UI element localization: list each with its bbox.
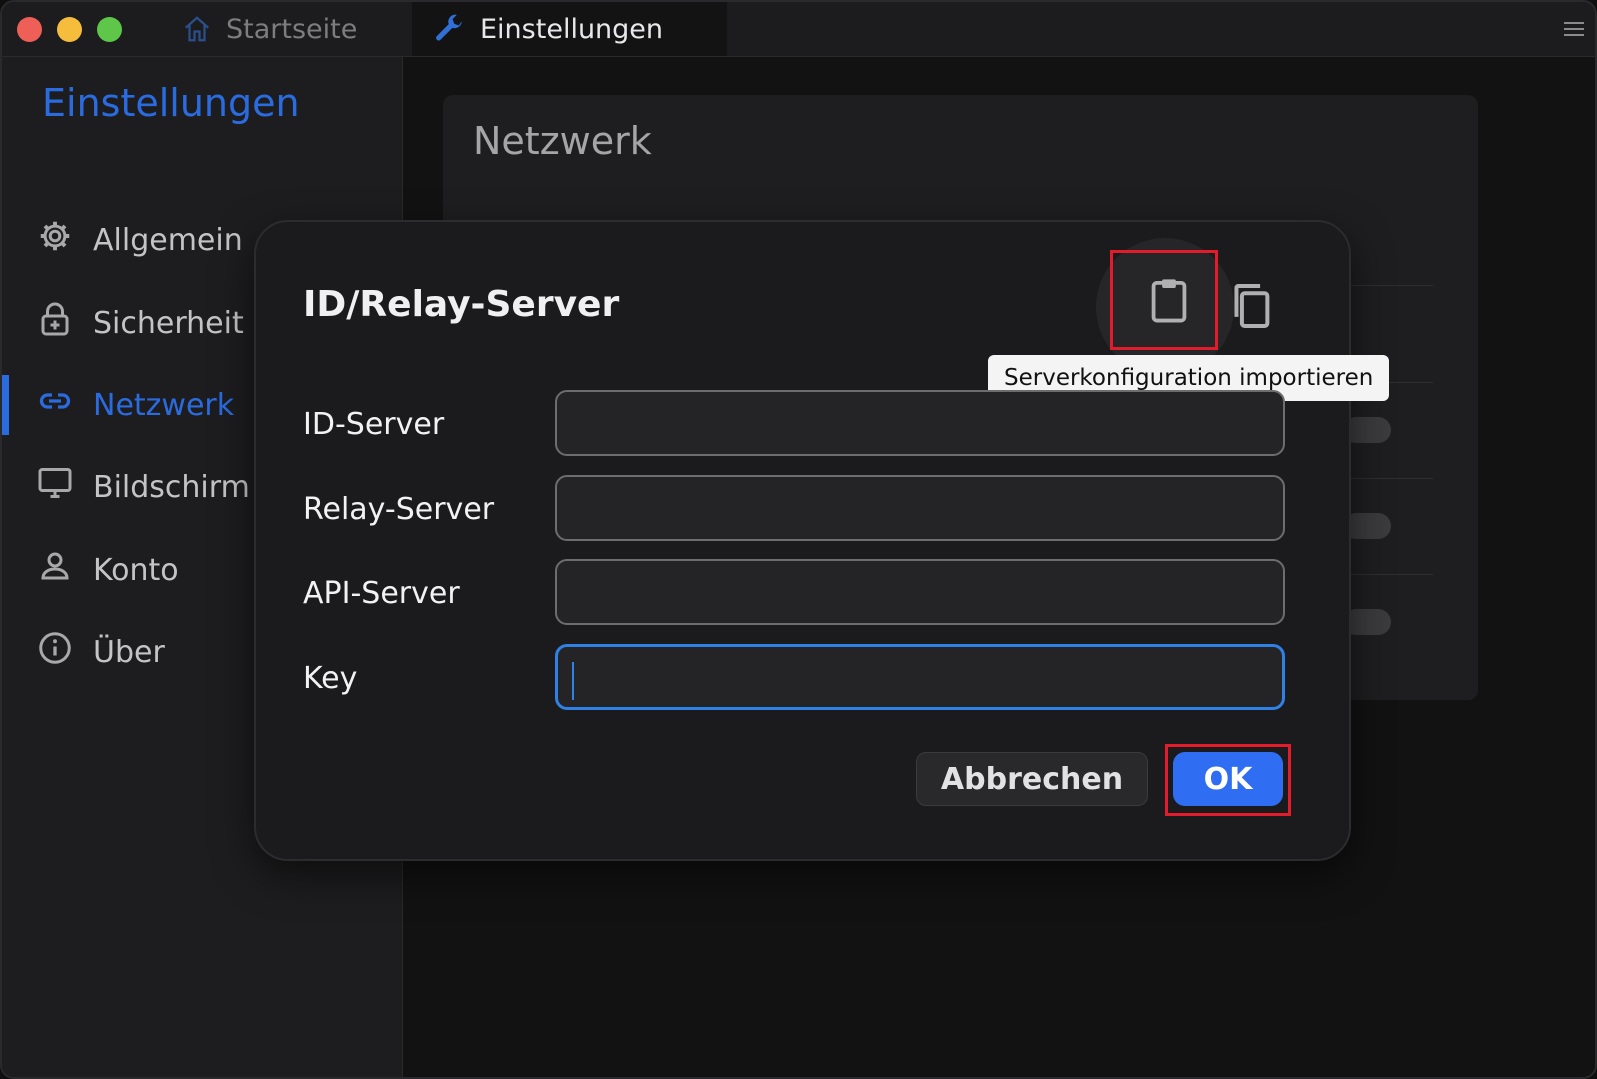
sidebar-title: Einstellungen — [42, 81, 300, 125]
wrench-icon — [432, 12, 466, 46]
sidebar-item-label: Über — [93, 634, 165, 670]
tab-einstellungen[interactable]: Einstellungen — [412, 2, 727, 56]
home-icon — [182, 14, 212, 44]
minimize-window-button[interactable] — [57, 17, 82, 42]
title-bar: Startseite Einstellungen — [2, 2, 1595, 57]
lock-icon — [37, 301, 73, 345]
api-server-input[interactable] — [555, 559, 1285, 625]
info-icon — [37, 630, 73, 674]
sidebar-item-label: Bildschirm — [93, 469, 250, 505]
sidebar-item-label: Konto — [93, 552, 179, 588]
cancel-button[interactable]: Abbrechen — [916, 752, 1148, 806]
tab-label: Einstellungen — [480, 13, 664, 45]
copy-icon — [1231, 284, 1271, 334]
app-window: Startseite Einstellungen Einstellungen A… — [0, 0, 1597, 1079]
card-title: Netzwerk — [473, 119, 652, 163]
person-icon — [37, 548, 73, 592]
key-label: Key — [303, 661, 358, 696]
id-server-input[interactable] — [555, 390, 1285, 456]
dialog-title: ID/Relay-Server — [303, 284, 620, 325]
link-icon — [37, 383, 73, 427]
tab-label: Startseite — [226, 13, 358, 45]
api-server-label: API-Server — [303, 576, 460, 611]
zoom-window-button[interactable] — [97, 17, 122, 42]
gear-icon — [37, 218, 73, 262]
monitor-icon — [37, 465, 73, 509]
highlight-box — [1165, 744, 1291, 816]
relay-server-input[interactable] — [555, 475, 1285, 541]
close-window-button[interactable] — [17, 17, 42, 42]
sidebar-item-label: Allgemein — [93, 222, 243, 258]
hamburger-menu-icon[interactable] — [1563, 18, 1585, 44]
export-config-button[interactable] — [1231, 282, 1271, 330]
text-caret — [572, 662, 574, 700]
id-relay-server-dialog: ID/Relay-Server Serverkonfiguration impo… — [254, 220, 1390, 861]
tab-startseite[interactable]: Startseite — [162, 2, 412, 56]
relay-server-label: Relay-Server — [303, 492, 495, 527]
id-server-label: ID-Server — [303, 407, 445, 442]
highlight-box — [1110, 250, 1218, 350]
key-input[interactable] — [555, 644, 1285, 710]
sidebar-item-label: Netzwerk — [93, 387, 235, 423]
sidebar-item-label: Sicherheit — [93, 305, 244, 341]
